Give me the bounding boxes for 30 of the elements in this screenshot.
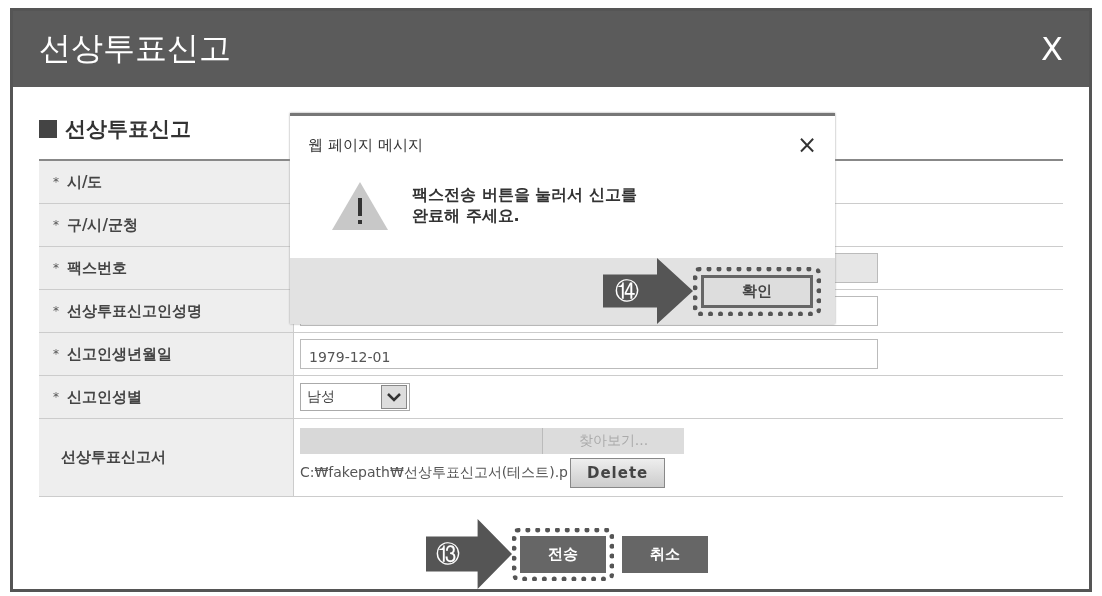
required-mark: * (53, 261, 59, 275)
section-title: 선상투표신고 (65, 116, 191, 143)
warning-icon (330, 180, 390, 232)
required-mark: * (53, 347, 59, 361)
ok-button[interactable]: 확인 (701, 274, 813, 308)
field-label: 선상투표신고인성명 (67, 301, 202, 321)
delete-button[interactable]: Delete (570, 457, 666, 488)
field-label: 시/도 (67, 172, 103, 192)
required-mark: * (53, 218, 59, 232)
field-label: 팩스번호 (67, 258, 127, 278)
required-mark: * (53, 390, 59, 404)
close-button[interactable]: X (1037, 30, 1067, 68)
field-label: 선상투표신고서 (61, 448, 166, 467)
field-value: 1979-12-01 (309, 349, 391, 367)
form-button[interactable]: 취소 (622, 535, 708, 573)
input-field[interactable]: 1979-12-01 (300, 339, 878, 369)
window-title: 선상투표신고 (39, 28, 231, 69)
dialog-title: 웹 페이지 메시지 (308, 135, 423, 155)
form-button[interactable]: 전송 (520, 535, 606, 573)
field-label: 구/시/군청 (67, 215, 138, 235)
field-label: 신고인생년월일 (67, 344, 172, 364)
required-mark: * (53, 175, 59, 189)
gender-select[interactable]: 남성 (300, 383, 410, 411)
field-label: 신고인성별 (67, 387, 142, 407)
square-icon (39, 120, 57, 138)
close-button[interactable]: × (790, 130, 823, 160)
required-mark: * (53, 304, 59, 318)
file-path: C:₩fakepath₩선상투표신고서(테스트).p (300, 463, 568, 482)
dialog-message: 팩스전송 버튼을 눌러서 신고를 완료해 주세요. (412, 185, 637, 227)
chevron-down-icon (381, 385, 407, 409)
